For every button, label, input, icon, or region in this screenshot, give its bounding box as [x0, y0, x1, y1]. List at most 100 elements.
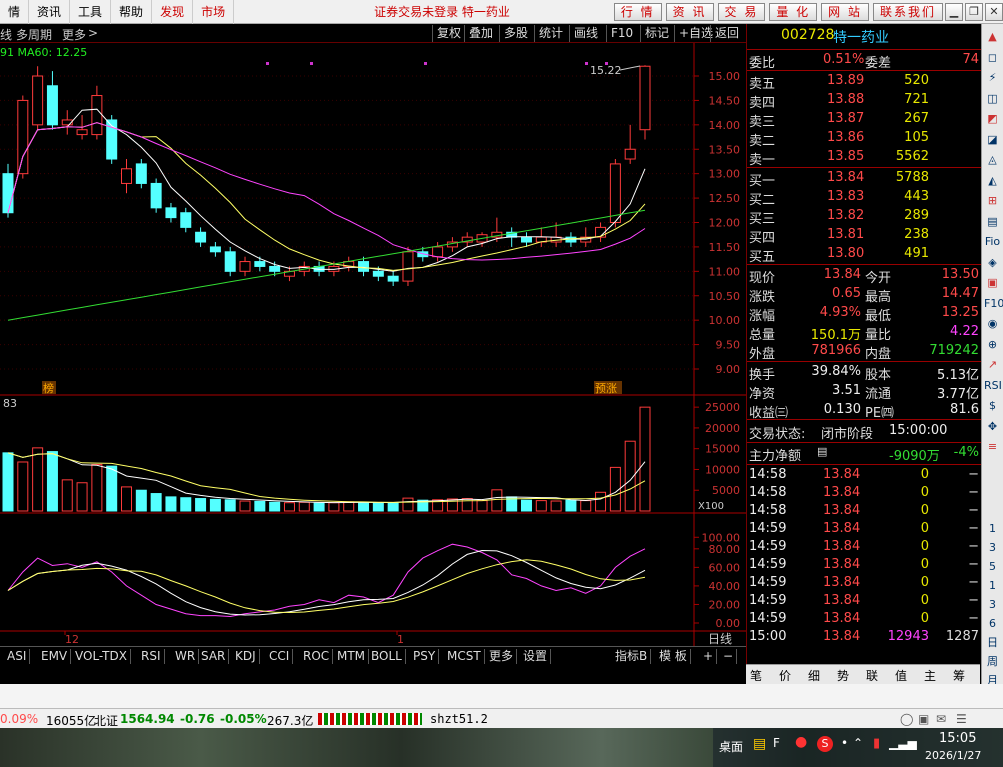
- sidebar-tool-icon[interactable]: ◻: [984, 49, 1001, 66]
- zoom-out-button[interactable]: −: [720, 649, 738, 664]
- detail-tab[interactable]: 联: [866, 667, 878, 684]
- bid-row[interactable]: 买一 13.84 5788: [747, 169, 981, 189]
- sidebar-tool-icon[interactable]: Fio: [984, 233, 1001, 250]
- indicator-tab[interactable]: KDJ: [232, 649, 260, 664]
- sidebar-tool-icon[interactable]: ✥: [984, 418, 1001, 435]
- quant-button[interactable]: 量 化: [769, 2, 818, 21]
- folder-icon[interactable]: ▤: [753, 736, 766, 752]
- bid-row[interactable]: 买五 13.80 491: [747, 245, 981, 265]
- draw-button[interactable]: 画线: [569, 25, 602, 42]
- kline-chart[interactable]: 15.00 14.50 14.00 13.50 13.00 12.50 12.00 11.50…: [0, 43, 746, 646]
- mark-button[interactable]: 标记: [640, 25, 673, 42]
- bid-row[interactable]: 买四 13.81 238: [747, 226, 981, 246]
- period-shortcut[interactable]: 5: [984, 558, 1001, 575]
- sidebar-tool-icon[interactable]: ≡: [984, 438, 1001, 455]
- indicator-tab[interactable]: BOLL: [368, 649, 406, 664]
- menu-item-quote[interactable]: 情: [0, 0, 30, 24]
- ask-row[interactable]: 卖二 13.86 105: [747, 129, 981, 149]
- news-button[interactable]: 资 讯: [665, 2, 714, 21]
- chevron-right-icon[interactable]: >: [88, 26, 98, 40]
- indicator-tab[interactable]: ASI: [4, 649, 31, 664]
- indicator-tab[interactable]: VOL-TDX: [72, 649, 131, 664]
- ask-row[interactable]: 卖一 13.85 5562: [747, 148, 981, 168]
- overlay-button[interactable]: 叠加: [464, 25, 497, 42]
- detail-tab[interactable]: 主: [924, 667, 936, 684]
- indicator-tab[interactable]: RSI: [138, 649, 165, 664]
- restore-icon[interactable]: ❐: [965, 2, 983, 21]
- menu-item-help[interactable]: 帮助: [111, 0, 153, 24]
- sidebar-tool-icon[interactable]: ▣: [984, 274, 1001, 291]
- app-tray-icon[interactable]: ▮: [873, 736, 880, 751]
- clock-date[interactable]: 2026/1/27: [925, 749, 981, 762]
- indicator-tab[interactable]: WR: [172, 649, 200, 664]
- sidebar-tool-icon[interactable]: ⊞: [984, 192, 1001, 209]
- zoom-in-button[interactable]: +: [700, 649, 718, 664]
- stats-button[interactable]: 统计: [534, 25, 567, 42]
- f10-button[interactable]: F10: [606, 25, 637, 42]
- period-shortcut[interactable]: 3: [984, 539, 1001, 556]
- indicator-tab[interactable]: 更多: [486, 649, 518, 664]
- indicator-tab[interactable]: PSY: [410, 649, 440, 664]
- period-shortcut[interactable]: 周: [984, 653, 1001, 670]
- fuquan-button[interactable]: 复权: [432, 25, 465, 42]
- tray-dot-icon[interactable]: •: [841, 736, 848, 750]
- ask-row[interactable]: 卖三 13.87 267: [747, 110, 981, 130]
- detail-tab[interactable]: 细: [808, 667, 820, 684]
- status-icon-4[interactable]: ☰: [956, 712, 967, 726]
- tray-text-icon[interactable]: F: [773, 736, 780, 750]
- detail-tab[interactable]: 势: [837, 667, 849, 684]
- period-shortcut[interactable]: 3: [984, 596, 1001, 613]
- back-button[interactable]: 返回: [710, 25, 743, 42]
- contact-button[interactable]: 联系我们: [872, 2, 943, 21]
- sidebar-tool-icon[interactable]: ◭: [984, 172, 1001, 189]
- detail-tab[interactable]: 值: [895, 667, 907, 684]
- sidebar-tool-icon[interactable]: ⚡: [984, 69, 1001, 86]
- sidebar-tool-icon[interactable]: ⊕: [984, 336, 1001, 353]
- antivirus-icon[interactable]: ●: [795, 734, 807, 750]
- sidebar-tool-icon[interactable]: ↗: [984, 356, 1001, 373]
- multi-period-button[interactable]: 多周期: [16, 26, 52, 43]
- sidebar-tool-icon[interactable]: ◩: [984, 110, 1001, 127]
- template-button[interactable]: 模 板: [656, 649, 691, 664]
- detail-tab[interactable]: 筹: [953, 667, 965, 684]
- sidebar-tool-icon[interactable]: ◉: [984, 315, 1001, 332]
- menu-item-market[interactable]: 市场: [193, 0, 235, 24]
- sidebar-tool-icon[interactable]: ◫: [984, 90, 1001, 107]
- detail-tab[interactable]: 价: [779, 667, 791, 684]
- detail-tab[interactable]: 笔: [750, 667, 762, 684]
- sidebar-tool-icon[interactable]: F10: [984, 295, 1003, 312]
- indicator-tab[interactable]: SAR: [198, 649, 230, 664]
- sidebar-tool-icon[interactable]: ◬: [984, 151, 1001, 168]
- period-shortcut[interactable]: 日: [984, 634, 1001, 651]
- indicator-tab[interactable]: 设置: [520, 649, 552, 664]
- bid-row[interactable]: 买二 13.83 443: [747, 188, 981, 208]
- menu-item-news[interactable]: 资讯: [29, 0, 71, 24]
- clock-time[interactable]: 15:05: [939, 731, 976, 746]
- status-icon-3[interactable]: ✉: [936, 712, 946, 726]
- network-icon[interactable]: ▁▃▅: [889, 736, 917, 750]
- minimize-icon[interactable]: ▁: [945, 2, 963, 21]
- period-shortcut[interactable]: 1: [984, 577, 1001, 594]
- multi-stock-button[interactable]: 多股: [499, 25, 532, 42]
- indicator-b-button[interactable]: 指标B: [612, 649, 652, 664]
- indicator-tab[interactable]: EMV: [38, 649, 72, 664]
- website-button[interactable]: 网 站: [821, 2, 869, 21]
- quote-button[interactable]: 行 情: [613, 2, 662, 21]
- status-icon-2[interactable]: ▣: [918, 712, 929, 726]
- flow-detail-icon[interactable]: ▤: [817, 445, 827, 458]
- sidebar-tool-icon[interactable]: $: [984, 397, 1001, 414]
- indicator-tab[interactable]: MTM: [334, 649, 370, 664]
- chart-type-label[interactable]: 线: [0, 26, 12, 43]
- bid-row[interactable]: 买三 13.82 289: [747, 207, 981, 227]
- ask-row[interactable]: 卖四 13.88 721: [747, 91, 981, 111]
- indicator-tab[interactable]: MCST: [444, 649, 485, 664]
- sidebar-tool-icon[interactable]: ▲: [984, 28, 1001, 45]
- desktop-label[interactable]: 桌面: [719, 738, 743, 755]
- sidebar-tool-icon[interactable]: RSI: [984, 377, 1002, 394]
- ask-row[interactable]: 卖五 13.89 520: [747, 72, 981, 92]
- period-shortcut[interactable]: 6: [984, 615, 1001, 632]
- menu-item-tools[interactable]: 工具: [70, 0, 112, 24]
- menu-item-discover[interactable]: 发现: [152, 0, 194, 24]
- indicator-tab[interactable]: ROC: [300, 649, 334, 664]
- sidebar-tool-icon[interactable]: ◪: [984, 131, 1001, 148]
